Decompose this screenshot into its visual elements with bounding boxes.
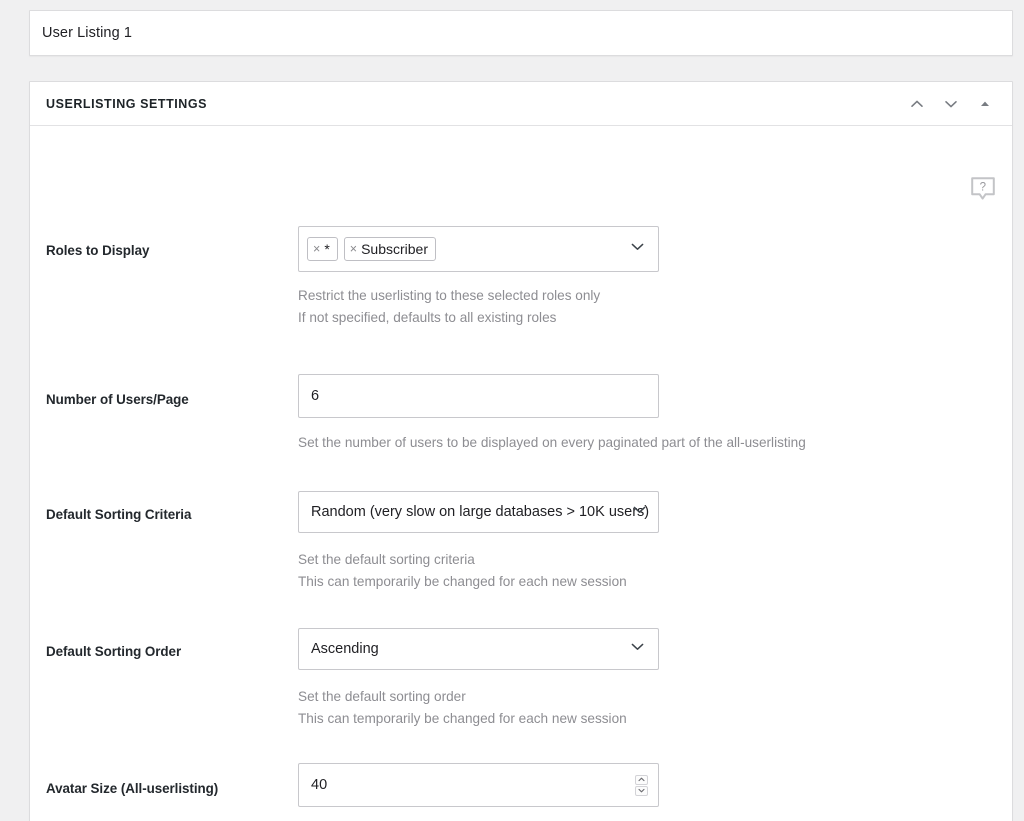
dropdown-chevron-icon[interactable] bbox=[629, 238, 646, 260]
roles-to-display-multiselect[interactable]: × * × Subscriber bbox=[298, 226, 659, 272]
description-line: If not specified, defaults to all existi… bbox=[298, 307, 600, 329]
description-line: This can temporarily be changed for each… bbox=[298, 571, 627, 593]
avatar-size-stepper[interactable] bbox=[635, 774, 648, 796]
description-line: Set the default sorting order bbox=[298, 686, 627, 708]
listing-title-panel bbox=[29, 10, 1013, 56]
field-description-default-sorting-criteria: Set the default sorting criteria This ca… bbox=[298, 549, 627, 593]
role-tag-subscriber[interactable]: × Subscriber bbox=[344, 237, 436, 261]
role-tag-label: Subscriber bbox=[361, 242, 428, 256]
description-line: Restrict the userlisting to these select… bbox=[298, 285, 600, 307]
chevron-down-icon bbox=[943, 96, 959, 112]
field-label-default-sorting-criteria: Default Sorting Criteria bbox=[46, 507, 191, 522]
field-label-default-sorting-order: Default Sorting Order bbox=[46, 644, 181, 659]
description-line: Set the default sorting criteria bbox=[298, 549, 627, 571]
triangle-up-icon bbox=[978, 97, 992, 111]
panel-title: USERLISTING SETTINGS bbox=[46, 97, 207, 111]
field-description-number-of-users-per-page: Set the number of users to be displayed … bbox=[298, 432, 806, 454]
field-label-number-of-users-per-page: Number of Users/Page bbox=[46, 392, 189, 407]
role-tag-all[interactable]: × * bbox=[307, 237, 338, 261]
avatar-size-field[interactable] bbox=[298, 763, 659, 807]
role-tag-label: * bbox=[324, 242, 329, 256]
number-of-users-per-page-input[interactable] bbox=[299, 375, 658, 417]
chevron-up-icon bbox=[909, 96, 925, 112]
listing-title-input[interactable] bbox=[30, 11, 1012, 55]
avatar-size-input[interactable] bbox=[299, 764, 658, 806]
default-sorting-criteria-select[interactable]: Random (very slow on large databases > 1… bbox=[298, 491, 659, 533]
field-label-avatar-size: Avatar Size (All-userlisting) bbox=[46, 781, 218, 796]
stepper-up-icon[interactable] bbox=[635, 775, 648, 785]
stepper-down-icon[interactable] bbox=[635, 786, 648, 796]
field-description-roles-to-display: Restrict the userlisting to these select… bbox=[298, 285, 600, 329]
panel-header-controls bbox=[908, 95, 1000, 113]
default-sorting-order-value: Ascending bbox=[299, 641, 379, 657]
panel-header: USERLISTING SETTINGS bbox=[30, 82, 1012, 126]
dropdown-chevron-icon[interactable] bbox=[629, 638, 646, 660]
default-sorting-criteria-value: Random (very slow on large databases > 1… bbox=[299, 504, 649, 520]
description-line: Set the number of users to be displayed … bbox=[298, 432, 806, 454]
number-of-users-per-page-field[interactable] bbox=[298, 374, 659, 418]
description-line: This can temporarily be changed for each… bbox=[298, 708, 627, 730]
wordpress-admin-page: USERLISTING SETTINGS bbox=[0, 0, 1024, 821]
remove-tag-icon[interactable]: × bbox=[313, 243, 320, 256]
move-down-button[interactable] bbox=[942, 95, 960, 113]
field-description-default-sorting-order: Set the default sorting order This can t… bbox=[298, 686, 627, 730]
field-label-roles-to-display: Roles to Display bbox=[46, 243, 149, 258]
svg-text:?: ? bbox=[980, 182, 986, 194]
move-up-button[interactable] bbox=[908, 95, 926, 113]
help-tooltip-icon[interactable]: ? bbox=[970, 176, 996, 202]
userlisting-settings-panel: USERLISTING SETTINGS bbox=[29, 81, 1013, 821]
toggle-panel-button[interactable] bbox=[976, 95, 994, 113]
remove-tag-icon[interactable]: × bbox=[350, 243, 357, 256]
default-sorting-order-select[interactable]: Ascending bbox=[298, 628, 659, 670]
